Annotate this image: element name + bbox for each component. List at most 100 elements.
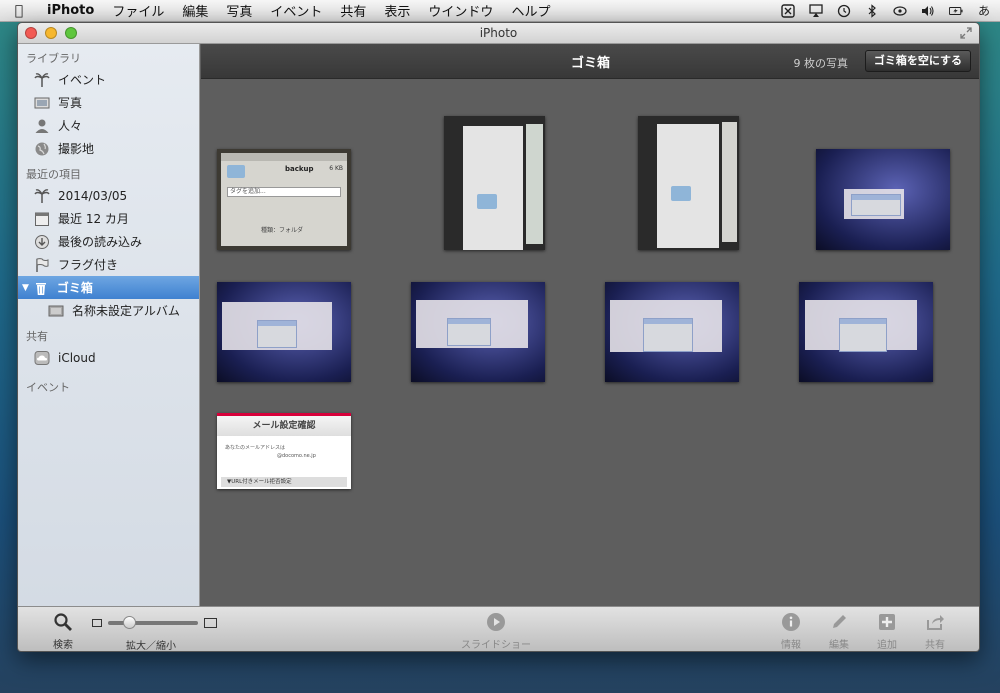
finder-item-size: 6 KB — [329, 165, 343, 172]
empty-trash-button[interactable]: ゴミ箱を空にする — [864, 50, 971, 72]
zoom-label: 拡大／縮小 — [126, 641, 176, 652]
sidebar-item-untitled-album[interactable]: 名称未設定アルバム — [18, 299, 199, 322]
battery-icon[interactable] — [948, 4, 964, 18]
photo-thumbnail[interactable] — [411, 282, 545, 382]
sidebar-item-label: イベント — [58, 73, 107, 87]
sidebar-item-label: 名称未設定アルバム — [72, 304, 180, 318]
share-button[interactable]: 共有 — [924, 611, 946, 651]
edit-button[interactable]: 編集 — [828, 611, 850, 651]
share-label: 共有 — [925, 640, 945, 651]
photo-count: 9 枚の写真 — [793, 57, 849, 70]
menu-help[interactable]: ヘルプ — [502, 1, 559, 20]
sidebar-item-last-12-months[interactable]: 最近 12 カ月 — [18, 207, 199, 230]
info-button[interactable]: 情報 — [780, 611, 802, 651]
play-icon — [485, 611, 507, 633]
sidebar-item-trash[interactable]: ▼ ゴミ箱 — [18, 276, 199, 299]
slideshow-button[interactable]: スライドショー — [461, 611, 531, 651]
globe-icon — [34, 141, 50, 157]
input-method-icon[interactable]: あ — [976, 4, 992, 18]
sidebar-item-places[interactable]: 撮影地 — [18, 137, 199, 160]
small-thumbnail-icon — [92, 619, 102, 627]
zoom-label-wrap: 拡大／縮小 — [126, 637, 176, 652]
apple-menu-icon[interactable]:  — [0, 3, 38, 19]
sidebar-item-event-date[interactable]: 2014/03/05 — [18, 184, 199, 207]
photo-thumbnail[interactable] — [444, 116, 545, 250]
photo-thumbnail[interactable] — [799, 282, 933, 382]
edit-label: 編集 — [829, 640, 849, 651]
close-window-button[interactable] — [25, 27, 37, 39]
slideshow-label: スライドショー — [461, 640, 531, 651]
section-shared: 共有 — [26, 330, 48, 343]
title-bar[interactable]: iPhoto — [18, 23, 979, 44]
sidebar-item-label: 人々 — [58, 119, 83, 133]
menu-app[interactable]: iPhoto — [38, 3, 103, 18]
sidebar-item-last-import[interactable]: 最後の読み込み — [18, 230, 199, 253]
add-button[interactable]: 追加 — [876, 611, 898, 651]
photo-thumbnail[interactable]: backup 6 KB タグを追加... 種類：フォルダ — [217, 149, 351, 250]
zoom-slider-knob[interactable] — [123, 616, 137, 629]
photo-thumbnail[interactable] — [217, 282, 351, 382]
time-machine-icon[interactable] — [836, 4, 852, 18]
photo-thumbnail[interactable]: メール設定確認 あなたのメールアドレスは @docomo.ne.jp ▼URL付… — [217, 413, 351, 489]
mail-heading: メール設定確認 — [217, 416, 351, 436]
sidebar-item-icloud[interactable]: iCloud — [18, 346, 199, 369]
content-header: ゴミ箱 9 枚の写真 ゴミ箱を空にする — [201, 44, 979, 79]
volume-icon[interactable] — [920, 4, 936, 18]
menu-window[interactable]: ウインドウ — [419, 1, 502, 20]
sidebar-item-people[interactable]: 人々 — [18, 114, 199, 137]
airplay-icon[interactable] — [808, 3, 824, 18]
finder-item-name: backup — [285, 165, 314, 173]
close-box-icon[interactable] — [780, 3, 796, 18]
sidebar-item-photos[interactable]: 写真 — [18, 91, 199, 114]
window-title: iPhoto — [479, 26, 518, 40]
disclosure-triangle-icon[interactable]: ▼ — [22, 283, 29, 293]
menu-events[interactable]: イベント — [261, 1, 331, 20]
minimize-window-button[interactable] — [45, 27, 57, 39]
menu-edit[interactable]: 編集 — [173, 1, 217, 20]
sidebar-item-label: 最近 12 カ月 — [58, 212, 129, 226]
menu-file[interactable]: ファイル — [103, 1, 173, 20]
pencil-icon — [828, 611, 850, 633]
zoom-window-button[interactable] — [65, 27, 77, 39]
info-icon — [780, 611, 802, 633]
sidebar-item-events[interactable]: イベント — [18, 68, 199, 91]
folder-icon — [477, 194, 497, 209]
finder-tag-field: タグを追加... — [227, 187, 341, 197]
trash-icon — [33, 280, 49, 296]
plus-icon — [876, 611, 898, 633]
sidebar-item-flagged[interactable]: フラグ付き — [18, 253, 199, 276]
import-icon — [34, 234, 50, 250]
photo-thumbnail[interactable] — [638, 116, 739, 250]
menu-share[interactable]: 共有 — [331, 1, 375, 20]
zoom-slider[interactable] — [108, 616, 198, 629]
page-title: ゴミ箱 — [570, 55, 610, 71]
photo-thumbnail[interactable] — [816, 149, 950, 250]
sync-icon[interactable] — [892, 4, 908, 18]
bluetooth-icon[interactable] — [864, 3, 880, 18]
menu-photos[interactable]: 写真 — [217, 1, 261, 20]
section-recent: 最近の項目 — [26, 168, 81, 181]
search-button[interactable]: 検索 — [52, 611, 74, 651]
fullscreen-icon[interactable] — [959, 26, 973, 40]
sidebar-item-label: 写真 — [58, 96, 83, 110]
folder-icon — [671, 186, 691, 201]
sidebar-item-label: iCloud — [58, 350, 96, 365]
mail-footer: ▼URL付きメール拒否設定 — [221, 477, 347, 487]
iphoto-window: iPhoto ライブラリ イベント 写真 人々 撮影地 最近の項目 2014/0… — [17, 22, 980, 652]
search-icon — [52, 611, 74, 633]
mail-line-1: あなたのメールアドレスは — [225, 445, 286, 451]
section-library: ライブラリ — [26, 52, 81, 65]
sidebar-item-label: 2014/03/05 — [58, 188, 128, 203]
menu-bar:  iPhoto ファイル 編集 写真 イベント 共有 表示 ウインドウ ヘルプ… — [0, 0, 1000, 22]
main-content: ゴミ箱 9 枚の写真 ゴミ箱を空にする backup 6 KB タグを追加...… — [201, 44, 979, 606]
menu-view[interactable]: 表示 — [375, 1, 419, 20]
flag-icon — [34, 257, 50, 273]
sidebar-item-label: 撮影地 — [58, 142, 95, 156]
cloud-icon — [34, 350, 50, 366]
folder-icon — [227, 165, 245, 178]
photo-thumbnail[interactable] — [605, 282, 739, 382]
info-label: 情報 — [781, 640, 801, 651]
mail-line-2: @docomo.ne.jp — [277, 453, 316, 459]
sidebar-item-label: ゴミ箱 — [56, 281, 93, 295]
photo-icon — [34, 95, 50, 111]
